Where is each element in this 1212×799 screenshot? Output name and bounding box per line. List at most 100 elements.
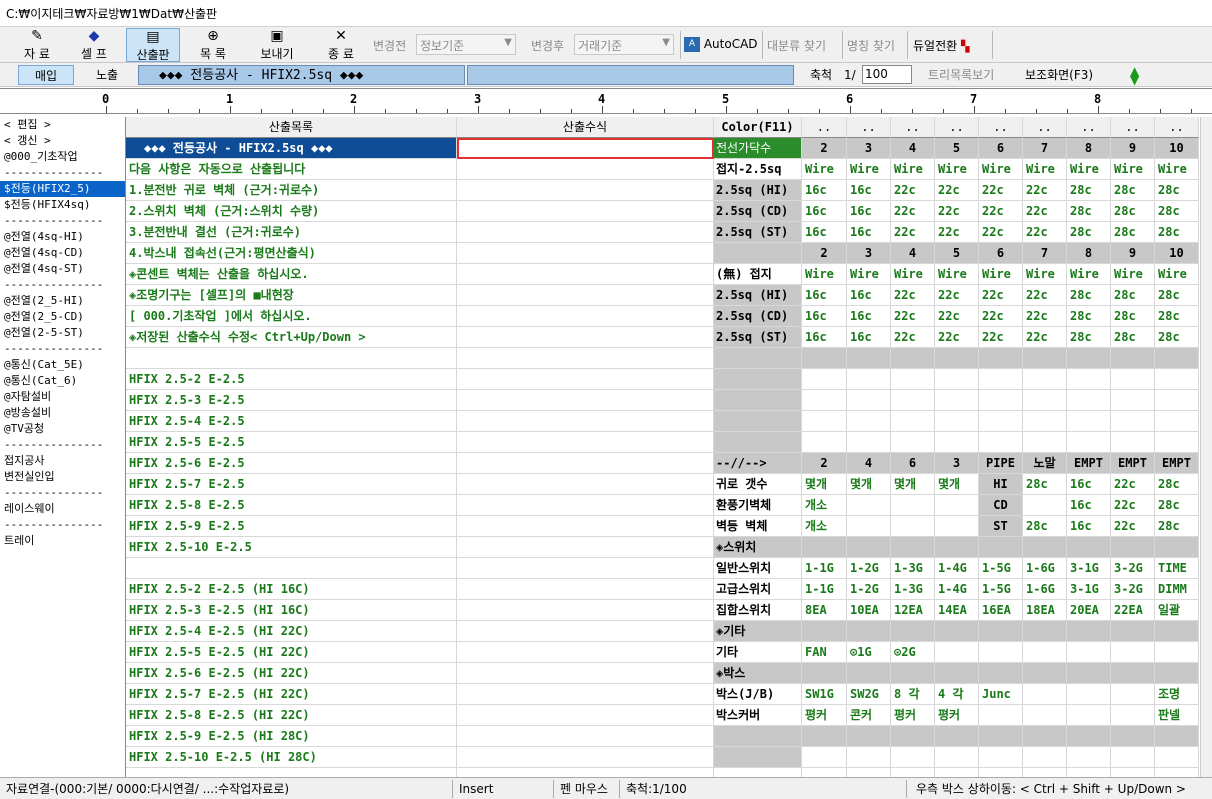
value-cell[interactable]: EMPT — [1111, 453, 1155, 474]
list-cell[interactable]: 2.스위치 벽체 (근거:스위치 수량) — [126, 201, 457, 222]
value-cell[interactable]: EMPT — [1155, 453, 1199, 474]
sidebar-item[interactable]: $전등(HFIX2_5) — [0, 181, 125, 197]
list-cell[interactable]: HFIX 2.5-5 E-2.5 — [126, 432, 457, 453]
value-cell[interactable] — [847, 768, 891, 777]
formula-cell[interactable] — [457, 411, 714, 432]
color-cell[interactable] — [714, 726, 802, 747]
value-cell[interactable]: 1-2G — [847, 558, 891, 579]
value-cell[interactable]: 16c — [847, 306, 891, 327]
value-cell[interactable]: 10EA — [847, 600, 891, 621]
value-cell[interactable]: Wire — [1067, 159, 1111, 180]
value-cell[interactable] — [1111, 348, 1155, 369]
value-cell[interactable] — [935, 516, 979, 537]
value-cell[interactable] — [847, 537, 891, 558]
list-button[interactable]: ⊕ 목 록 — [188, 28, 238, 62]
list-cell[interactable]: HFIX 2.5-7 E-2.5 — [126, 474, 457, 495]
value-cell[interactable]: 16c — [802, 222, 847, 243]
sidebar-item[interactable]: @통신(Cat_5E) — [0, 357, 125, 373]
value-cell[interactable] — [979, 537, 1023, 558]
value-cell[interactable] — [891, 726, 935, 747]
sidebar-item[interactable]: @전열(2-5-ST) — [0, 325, 125, 341]
value-cell[interactable]: 8 — [1067, 138, 1111, 159]
value-cell[interactable] — [935, 537, 979, 558]
list-cell[interactable]: HFIX 2.5-6 E-2.5 (HI 22C) — [126, 663, 457, 684]
value-cell[interactable] — [935, 621, 979, 642]
value-cell[interactable] — [935, 369, 979, 390]
value-cell[interactable]: 22c — [891, 222, 935, 243]
value-cell[interactable] — [1155, 726, 1199, 747]
color-cell[interactable]: --//--> — [714, 453, 802, 474]
list-cell[interactable]: HFIX 2.5-8 E-2.5 (HI 22C) — [126, 705, 457, 726]
sidebar-item[interactable]: @전열(2_5-CD) — [0, 309, 125, 325]
color-cell[interactable]: 2.5sq (HI) — [714, 180, 802, 201]
value-cell[interactable] — [1067, 411, 1111, 432]
column-header[interactable]: .. — [1111, 117, 1155, 138]
value-cell[interactable] — [1067, 726, 1111, 747]
value-cell[interactable] — [979, 726, 1023, 747]
formula-cell[interactable] — [457, 327, 714, 348]
color-cell[interactable]: 고급스위치 — [714, 579, 802, 600]
list-cell[interactable]: HFIX 2.5-2 E-2.5 (HI 16C) — [126, 579, 457, 600]
value-cell[interactable] — [979, 642, 1023, 663]
value-cell[interactable] — [1023, 369, 1067, 390]
value-cell[interactable] — [1067, 369, 1111, 390]
value-cell[interactable]: 7 — [1023, 243, 1067, 264]
value-cell[interactable] — [802, 411, 847, 432]
value-cell[interactable] — [891, 663, 935, 684]
value-cell[interactable] — [1111, 684, 1155, 705]
value-cell[interactable] — [1067, 642, 1111, 663]
value-cell[interactable]: 20EA — [1067, 600, 1111, 621]
color-cell[interactable]: ◈스위치 — [714, 537, 802, 558]
value-cell[interactable]: 22c — [979, 180, 1023, 201]
value-cell[interactable] — [935, 663, 979, 684]
value-cell[interactable]: 몇개 — [847, 474, 891, 495]
value-cell[interactable]: 22c — [1111, 516, 1155, 537]
value-cell[interactable]: 28c — [1155, 201, 1199, 222]
value-cell[interactable]: 28c — [1067, 180, 1111, 201]
value-cell[interactable] — [891, 768, 935, 777]
color-cell[interactable]: 박스커버 — [714, 705, 802, 726]
value-cell[interactable]: 28c — [1111, 201, 1155, 222]
value-cell[interactable] — [935, 495, 979, 516]
value-cell[interactable] — [1023, 495, 1067, 516]
value-cell[interactable] — [802, 432, 847, 453]
value-cell[interactable]: 22c — [979, 201, 1023, 222]
value-cell[interactable]: 평커 — [935, 705, 979, 726]
value-cell[interactable] — [1067, 621, 1111, 642]
color-cell[interactable] — [714, 411, 802, 432]
value-cell[interactable]: 28c — [1067, 285, 1111, 306]
formula-cell[interactable] — [457, 180, 714, 201]
list-cell[interactable]: HFIX 2.5-5 E-2.5 (HI 22C) — [126, 642, 457, 663]
value-cell[interactable]: 28c — [1111, 285, 1155, 306]
color-cell[interactable]: 2.5sq (ST) — [714, 222, 802, 243]
value-cell[interactable]: 4 — [847, 453, 891, 474]
value-cell[interactable] — [891, 537, 935, 558]
sidebar-item[interactable]: < 편집 > — [0, 117, 125, 133]
list-cell[interactable]: HFIX 2.5-4 E-2.5 (HI 22C) — [126, 621, 457, 642]
value-cell[interactable] — [979, 432, 1023, 453]
tree-view-button[interactable]: 트리목록보기 — [928, 65, 994, 85]
list-cell[interactable]: HFIX 2.5-8 E-2.5 — [126, 495, 457, 516]
value-cell[interactable]: 1-1G — [802, 558, 847, 579]
sidebar-item[interactable]: @전열(4sq-HI) — [0, 229, 125, 245]
value-cell[interactable]: 3 — [847, 138, 891, 159]
color-cell[interactable]: 전선가닥수 — [714, 138, 802, 159]
formula-cell[interactable] — [457, 432, 714, 453]
before-select[interactable]: 정보기준 ▼ — [416, 34, 516, 55]
value-cell[interactable] — [1023, 621, 1067, 642]
value-cell[interactable] — [891, 390, 935, 411]
value-cell[interactable]: Wire — [1023, 159, 1067, 180]
value-cell[interactable]: Wire — [891, 159, 935, 180]
value-cell[interactable] — [1023, 348, 1067, 369]
value-cell[interactable] — [802, 369, 847, 390]
tab-purchase[interactable]: 매입 — [18, 65, 74, 85]
formula-cell[interactable] — [457, 285, 714, 306]
value-cell[interactable]: 3-1G — [1067, 558, 1111, 579]
value-cell[interactable]: 1-6G — [1023, 579, 1067, 600]
value-cell[interactable]: 8EA — [802, 600, 847, 621]
value-cell[interactable]: 28c — [1111, 222, 1155, 243]
value-cell[interactable] — [1023, 768, 1067, 777]
value-cell[interactable]: 22c — [1111, 474, 1155, 495]
sub-screen-button[interactable]: 보조화면(F3) — [1025, 65, 1093, 85]
value-cell[interactable]: 22c — [935, 306, 979, 327]
